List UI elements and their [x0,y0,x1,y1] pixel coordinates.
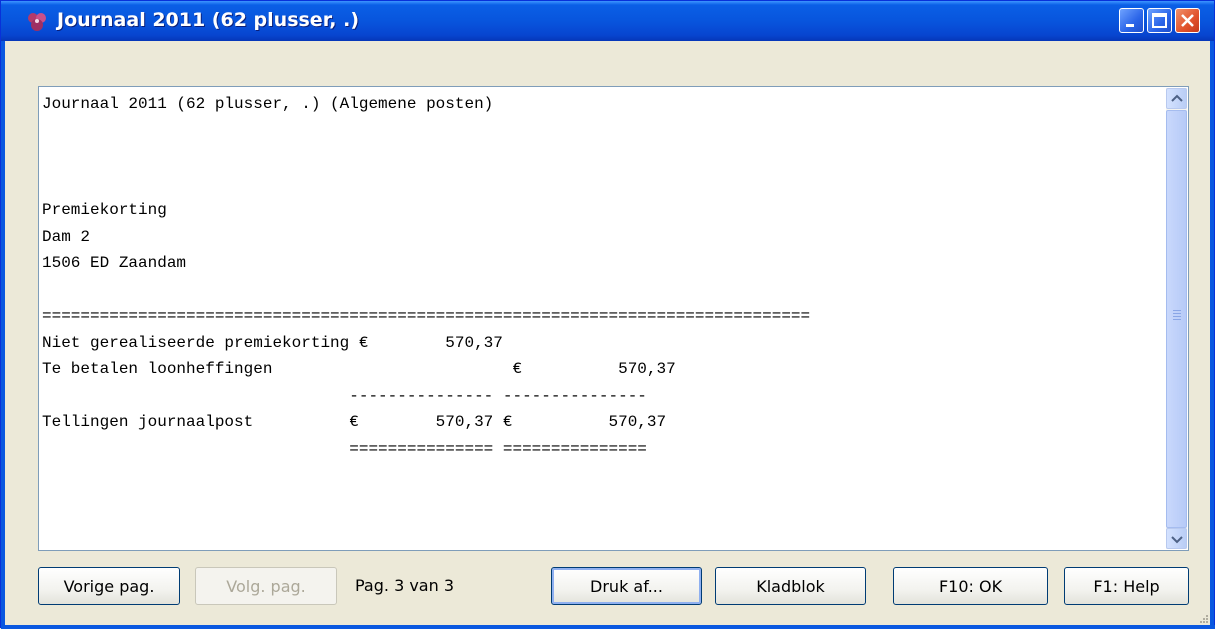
report-line: Tellingen journaalpost € 570,37 € 570,37 [42,413,667,431]
resize-grip-icon[interactable] [1197,612,1209,624]
scroll-thumb[interactable] [1166,110,1187,528]
report-line: Te betalen loonheffingen € 570,37 [42,360,676,378]
close-icon [1181,14,1194,27]
thumb-grip-line [1173,310,1181,311]
maximize-icon [1152,13,1167,28]
report-viewer[interactable]: Journaal 2011 (62 plusser, .) (Algemene … [38,86,1189,551]
report-line: =============== =============== [42,439,647,458]
report-line: 1506 ED Zaandam [42,254,187,272]
report-line: Niet gerealiseerde premiekorting € 570,3… [42,333,503,352]
report-line: Premiekorting [42,201,167,219]
help-button[interactable]: F1: Help [1064,567,1189,605]
report-line: Journaal 2011 (62 plusser, .) (Algemene … [42,95,494,113]
report-line [42,281,52,299]
report-text: Journaal 2011 (62 plusser, .) (Algemene … [42,91,1152,462]
journaal-window: Journaal 2011 (62 plusser, .) Journaal 2… [0,0,1215,629]
chevron-up-icon [1171,94,1183,102]
report-line: Dam 2 [42,227,91,246]
ok-button[interactable]: F10: OK [893,567,1048,605]
next-page-button[interactable]: Volg. pag. [195,567,337,605]
vertical-scrollbar[interactable] [1166,88,1187,549]
chevron-down-icon [1171,536,1183,544]
window-frame-right [1210,41,1214,629]
print-button[interactable]: Druk af... [551,567,702,605]
window-frame-bottom [1,625,1215,629]
app-icon [28,13,46,31]
window-frame-left [1,41,5,629]
report-line: ========================================… [42,307,811,325]
thumb-grip-line [1173,319,1181,320]
report-line [42,175,52,193]
report-line [42,122,52,140]
previous-page-button[interactable]: Vorige pag. [38,567,180,605]
scroll-down-button[interactable] [1166,528,1187,549]
thumb-grip-line [1173,313,1181,314]
minimize-icon [1126,24,1134,27]
window-title: Journaal 2011 (62 plusser, .) [57,9,360,31]
title-bar[interactable]: Journaal 2011 (62 plusser, .) [1,1,1214,41]
scroll-up-button[interactable] [1166,88,1187,109]
minimize-button[interactable] [1119,8,1144,33]
maximize-button[interactable] [1147,8,1172,33]
report-line: --------------- --------------- [42,386,647,405]
notepad-button[interactable]: Kladblok [715,567,866,605]
report-line [42,148,52,166]
close-button[interactable] [1175,8,1200,33]
thumb-grip-line [1173,316,1181,317]
page-indicator: Pag. 3 van 3 [355,576,455,595]
